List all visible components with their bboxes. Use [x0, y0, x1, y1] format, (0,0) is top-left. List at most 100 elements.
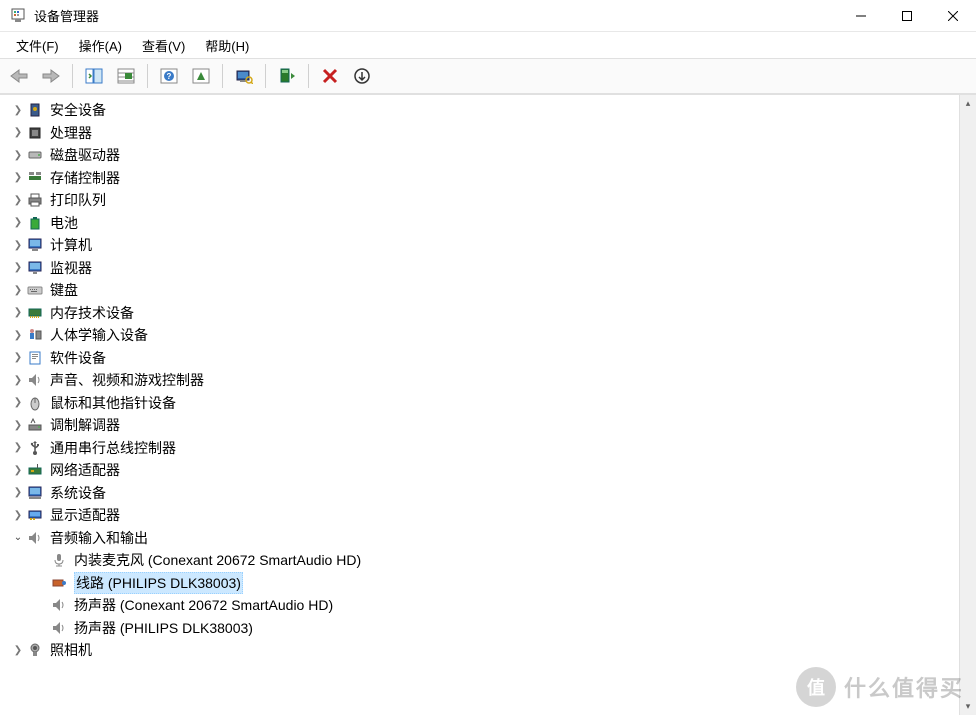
- speaker-icon: [50, 597, 68, 613]
- scroll-up-arrow[interactable]: ▴: [960, 95, 976, 112]
- usb-icon: [26, 440, 44, 456]
- disk-icon: [26, 147, 44, 163]
- tree-node-network[interactable]: ❯ 网络适配器: [0, 459, 959, 482]
- tree-node-camera[interactable]: ❯ 照相机: [0, 639, 959, 662]
- tree-node-system[interactable]: ❯ 系统设备: [0, 482, 959, 505]
- help-button[interactable]: ?: [154, 61, 184, 91]
- menu-file[interactable]: 文件(F): [6, 33, 69, 58]
- tree-node-audio-mic[interactable]: 内装麦克风 (Conexant 20672 SmartAudio HD): [0, 549, 959, 572]
- tree-node-software[interactable]: ❯ 软件设备: [0, 347, 959, 370]
- toolbar-separator: [308, 64, 309, 88]
- tree-area: ❯ 安全设备 ❯ 处理器 ❯ 磁盘驱动器 ❯ 存储控制器 ❯ 打印队列 ❯: [0, 94, 976, 715]
- microphone-icon: [50, 552, 68, 568]
- tree-node-keyboard[interactable]: ❯ 键盘: [0, 279, 959, 302]
- chevron-right-icon[interactable]: ❯: [10, 172, 26, 183]
- chevron-right-icon[interactable]: ❯: [10, 442, 26, 453]
- tree-label: 系统设备: [50, 483, 106, 503]
- svg-text:?: ?: [167, 72, 172, 81]
- tree-node-monitor[interactable]: ❯ 监视器: [0, 257, 959, 280]
- chevron-right-icon[interactable]: ❯: [10, 510, 26, 521]
- cpu-icon: [26, 125, 44, 141]
- forward-button[interactable]: [36, 61, 66, 91]
- chevron-right-icon[interactable]: ❯: [10, 420, 26, 431]
- menu-view[interactable]: 查看(V): [132, 33, 195, 58]
- line-in-icon: [50, 575, 68, 591]
- software-icon: [26, 350, 44, 366]
- toolbar-separator: [265, 64, 266, 88]
- camera-icon: [26, 642, 44, 658]
- system-icon: [26, 485, 44, 501]
- battery-icon: [26, 215, 44, 231]
- uninstall-device-button[interactable]: [315, 61, 345, 91]
- device-tree[interactable]: ❯ 安全设备 ❯ 处理器 ❯ 磁盘驱动器 ❯ 存储控制器 ❯ 打印队列 ❯: [0, 95, 959, 715]
- back-button[interactable]: [4, 61, 34, 91]
- chevron-right-icon[interactable]: ❯: [10, 307, 26, 318]
- chevron-right-icon[interactable]: ❯: [10, 330, 26, 341]
- tree-label: 内装麦克风 (Conexant 20672 SmartAudio HD): [74, 550, 361, 570]
- menubar: 文件(F) 操作(A) 查看(V) 帮助(H): [0, 32, 976, 58]
- tree-node-security[interactable]: ❯ 安全设备: [0, 99, 959, 122]
- scroll-track[interactable]: [960, 112, 976, 698]
- tree-node-mouse[interactable]: ❯ 鼠标和其他指针设备: [0, 392, 959, 415]
- chevron-right-icon[interactable]: ❯: [10, 127, 26, 138]
- maximize-button[interactable]: [884, 0, 930, 31]
- menu-action[interactable]: 操作(A): [69, 33, 132, 58]
- tree-label: 网络适配器: [50, 460, 120, 480]
- tree-label: 音频输入和输出: [50, 528, 148, 548]
- tree-node-battery[interactable]: ❯ 电池: [0, 212, 959, 235]
- show-hide-tree-button[interactable]: [79, 61, 109, 91]
- chevron-right-icon[interactable]: ❯: [10, 240, 26, 251]
- window-title: 设备管理器: [34, 6, 838, 25]
- tree-node-disk[interactable]: ❯ 磁盘驱动器: [0, 144, 959, 167]
- tree-node-hid[interactable]: ❯ 人体学输入设备: [0, 324, 959, 347]
- chevron-right-icon[interactable]: ❯: [10, 217, 26, 228]
- menu-help[interactable]: 帮助(H): [195, 33, 259, 58]
- tree-node-cpu[interactable]: ❯ 处理器: [0, 122, 959, 145]
- chevron-down-icon[interactable]: ⌄: [10, 532, 26, 543]
- chevron-right-icon[interactable]: ❯: [10, 465, 26, 476]
- properties-button[interactable]: [186, 61, 216, 91]
- scan-hardware-button[interactable]: [229, 61, 259, 91]
- chevron-right-icon[interactable]: ❯: [10, 285, 26, 296]
- chevron-right-icon[interactable]: ❯: [10, 487, 26, 498]
- chevron-right-icon[interactable]: ❯: [10, 397, 26, 408]
- chevron-right-icon[interactable]: ❯: [10, 375, 26, 386]
- tree-label: 存储控制器: [50, 168, 120, 188]
- chevron-right-icon[interactable]: ❯: [10, 352, 26, 363]
- chevron-right-icon[interactable]: ❯: [10, 150, 26, 161]
- enable-device-button[interactable]: [272, 61, 302, 91]
- tree-label: 键盘: [50, 280, 78, 300]
- speaker-icon: [26, 372, 44, 388]
- tree-node-computer[interactable]: ❯ 计算机: [0, 234, 959, 257]
- tree-node-usb[interactable]: ❯ 通用串行总线控制器: [0, 437, 959, 460]
- tree-node-display[interactable]: ❯ 显示适配器: [0, 504, 959, 527]
- tree-node-audio-line[interactable]: 线路 (PHILIPS DLK38003): [0, 572, 959, 595]
- scroll-down-arrow[interactable]: ▾: [960, 698, 976, 715]
- speaker-icon: [50, 620, 68, 636]
- tree-node-sound[interactable]: ❯ 声音、视频和游戏控制器: [0, 369, 959, 392]
- chevron-right-icon[interactable]: ❯: [10, 645, 26, 656]
- memory-icon: [26, 305, 44, 321]
- chevron-right-icon[interactable]: ❯: [10, 105, 26, 116]
- tree-label: 扬声器 (Conexant 20672 SmartAudio HD): [74, 595, 333, 615]
- update-driver-button[interactable]: [347, 61, 377, 91]
- tree-label: 磁盘驱动器: [50, 145, 120, 165]
- tree-node-print[interactable]: ❯ 打印队列: [0, 189, 959, 212]
- tree-node-audio-spk2[interactable]: 扬声器 (PHILIPS DLK38003): [0, 617, 959, 640]
- tree-node-audio[interactable]: ⌄ 音频输入和输出: [0, 527, 959, 550]
- view-button[interactable]: [111, 61, 141, 91]
- tree-node-storage[interactable]: ❯ 存储控制器: [0, 167, 959, 190]
- storage-icon: [26, 170, 44, 186]
- tree-node-modem[interactable]: ❯ 调制解调器: [0, 414, 959, 437]
- toolbar-separator: [72, 64, 73, 88]
- minimize-button[interactable]: [838, 0, 884, 31]
- chevron-right-icon[interactable]: ❯: [10, 262, 26, 273]
- mouse-icon: [26, 395, 44, 411]
- vertical-scrollbar[interactable]: ▴ ▾: [959, 95, 976, 715]
- tree-label: 人体学输入设备: [50, 325, 148, 345]
- chevron-right-icon[interactable]: ❯: [10, 195, 26, 206]
- tree-label: 处理器: [50, 123, 92, 143]
- tree-node-audio-spk1[interactable]: 扬声器 (Conexant 20672 SmartAudio HD): [0, 594, 959, 617]
- tree-node-memory[interactable]: ❯ 内存技术设备: [0, 302, 959, 325]
- close-button[interactable]: [930, 0, 976, 31]
